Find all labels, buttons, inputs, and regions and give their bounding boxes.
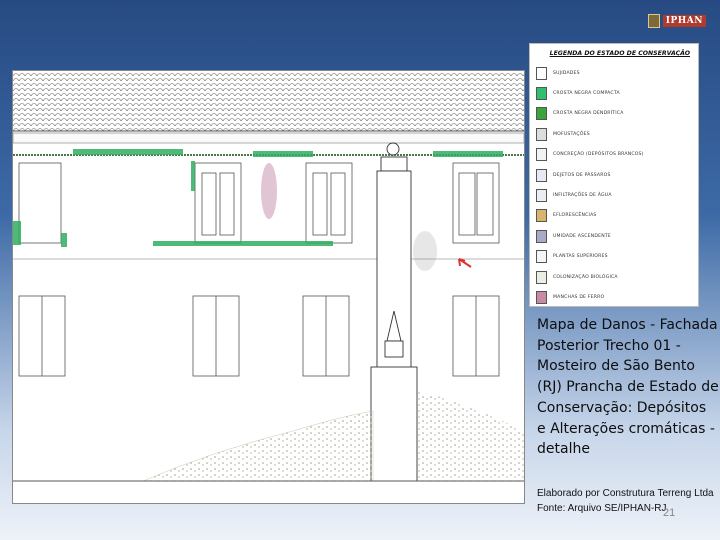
legend-item-label: DEJETOS DE PÁSSAROS (553, 172, 611, 178)
green-dendritic-swatch (536, 107, 547, 121)
iron-stain (261, 163, 277, 219)
legend-item: UMIDADE ASCENDENTE (536, 226, 692, 246)
legend-item: MANCHAS DE FERRO (536, 287, 692, 307)
legend-item: EFLORESCÊNCIAS (536, 206, 692, 226)
legend-item: MOFUSTAÇÕES (536, 124, 692, 144)
legend-item: CONCREÇÃO (DEPÓSITOS BRANCOS) (536, 145, 692, 165)
blue-lines-swatch (536, 229, 547, 243)
plant-swatch (536, 250, 547, 264)
legend-item-label: UMIDADE ASCENDENTE (553, 233, 611, 239)
hatched-swatch (536, 148, 547, 162)
gray-swatch (536, 127, 547, 141)
deposit-area (417, 391, 524, 481)
biological-colonization (73, 149, 183, 155)
conservation-legend: LEGENDA DO ESTADO DE CONSERVAÇÃO SUJIDAD… (529, 43, 699, 307)
facade-elevation-svg (12, 71, 525, 482)
legend-item: SUJIDADES (536, 63, 692, 83)
legend-item-label: PLANTAS SUPERIORES (553, 254, 608, 260)
pink-swatch (536, 290, 547, 304)
red-arrow-icon (458, 258, 472, 268)
legend-item: CROSTA NEGRA COMPACTA (536, 83, 692, 103)
legend-item: INFILTRAÇÕES DE ÁGUA (536, 185, 692, 205)
page-number: 21 (663, 507, 676, 519)
legend-item: DEJETOS DE PÁSSAROS (536, 165, 692, 185)
legend-item-label: INFILTRAÇÕES DE ÁGUA (553, 193, 612, 199)
legend-item: PLANTAS SUPERIORES (536, 247, 692, 267)
roof-tiles (13, 71, 524, 131)
central-pilaster (370, 142, 418, 482)
bio-swatch (536, 270, 547, 284)
building-icon (648, 14, 660, 28)
logo-text: IPHAN (662, 15, 706, 27)
iphan-logo: IPHAN (648, 13, 706, 29)
cornice (12, 132, 525, 144)
legend-item-label: MOFUSTAÇÕES (553, 131, 590, 137)
dots-swatch (536, 66, 547, 80)
legend-item-label: CROSTA NEGRA COMPACTA (553, 91, 620, 97)
legend-item-label: CONCREÇÃO (DEPÓSITOS BRANCOS) (553, 152, 644, 158)
lined-swatch (536, 189, 547, 203)
upper-window (18, 162, 62, 244)
legend-item-label: MANCHAS DE FERRO (553, 294, 605, 300)
credits-text: Elaborado por Construtura Terreng Ltda F… (537, 488, 714, 514)
light-swatch (536, 168, 547, 182)
legend-item: CROSTA NEGRA DENDRÍTICA (536, 104, 692, 124)
legend-item-label: SUJIDADES (553, 70, 580, 76)
legend-item-label: CROSTA NEGRA DENDRÍTICA (553, 111, 624, 117)
deposit-area (142, 410, 374, 482)
facade-drawing (12, 70, 525, 504)
efflorescence (413, 231, 437, 271)
legend-title: LEGENDA DO ESTADO DE CONSERVAÇÃO (549, 50, 690, 57)
orange-dots-swatch (536, 209, 547, 223)
green-blob-swatch (536, 87, 547, 101)
legend-item: COLONIZAÇÃO BIOLÓGICA (536, 267, 692, 287)
slide-caption: Mapa de Danos - Fachada Posterior Trecho… (537, 317, 719, 458)
legend-item-label: COLONIZAÇÃO BIOLÓGICA (553, 274, 618, 280)
legend-item-label: EFLORESCÊNCIAS (553, 213, 597, 219)
